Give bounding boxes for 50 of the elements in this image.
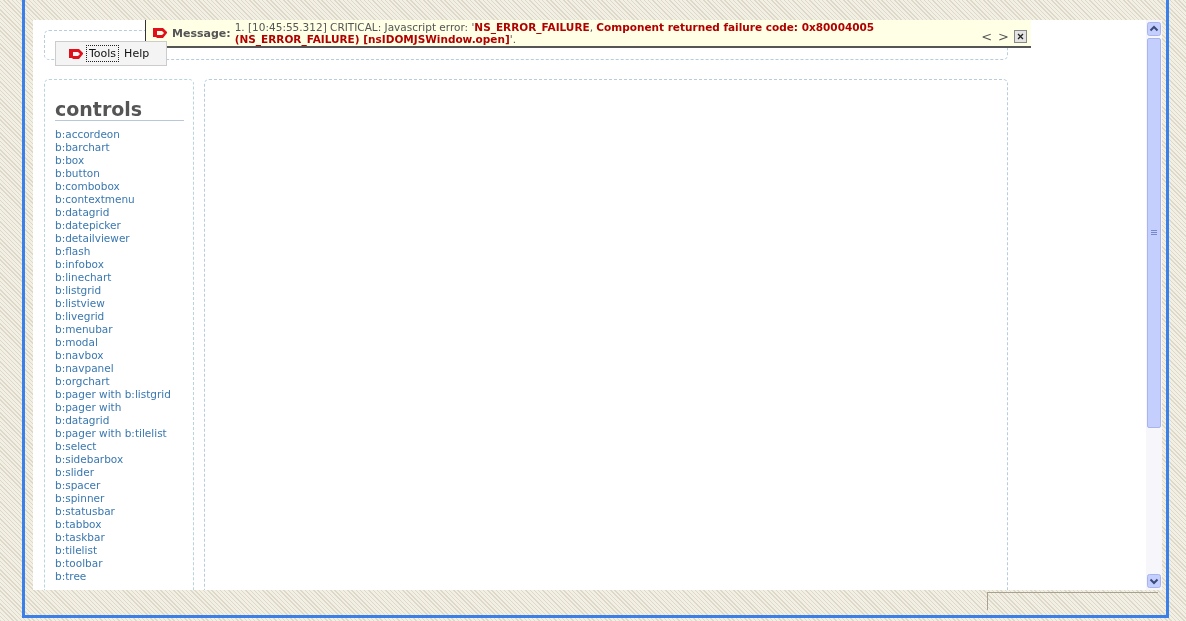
control-link[interactable]: b:flash xyxy=(55,245,91,258)
menu-item[interactable]: Tools xyxy=(86,45,120,62)
control-link[interactable]: b:pager with b:tilelist xyxy=(55,427,167,440)
control-link[interactable]: b:contextmenu xyxy=(55,193,135,206)
control-link[interactable]: b:statusbar xyxy=(55,505,115,518)
control-link[interactable]: b:toolbar xyxy=(55,557,103,570)
scroll-down-icon[interactable] xyxy=(1147,574,1161,588)
scrollbar-thumb[interactable] xyxy=(1147,38,1161,428)
previous-button[interactable]: < xyxy=(980,28,994,44)
control-link[interactable]: b:barchart xyxy=(55,141,110,154)
control-link[interactable]: b:pager with xyxy=(55,401,122,414)
grip-icon xyxy=(1151,230,1157,236)
control-link[interactable]: b:menubar xyxy=(55,323,113,336)
control-link[interactable]: b:pager with b:listgrid xyxy=(55,388,171,401)
next-button[interactable]: > xyxy=(997,28,1010,44)
sidebar-heading: controls xyxy=(55,98,184,121)
vertical-scrollbar[interactable] xyxy=(1146,20,1162,590)
control-link[interactable]: b:livegrid xyxy=(55,310,105,323)
control-link[interactable]: b:box xyxy=(55,154,85,167)
control-link[interactable]: b:combobox xyxy=(55,180,120,193)
menu-item[interactable]: Help xyxy=(121,45,153,62)
control-link[interactable]: b:orgchart xyxy=(55,375,110,388)
control-link[interactable]: b:taskbar xyxy=(55,531,105,544)
control-link[interactable]: b:button xyxy=(55,167,100,180)
control-link[interactable]: b:detailviewer xyxy=(55,232,130,245)
control-link[interactable]: b:tilelist xyxy=(55,544,98,557)
control-link[interactable]: b:tree xyxy=(55,570,87,583)
control-link[interactable]: b:listview xyxy=(55,297,105,310)
control-link[interactable]: b:datagrid xyxy=(55,206,110,219)
control-link[interactable]: b:linechart xyxy=(55,271,112,284)
control-link[interactable]: b:datepicker xyxy=(55,219,121,232)
control-link[interactable]: b:spacer xyxy=(55,479,101,492)
control-link[interactable]: b:datagrid xyxy=(55,414,110,427)
control-link[interactable]: b:tabbox xyxy=(55,518,102,531)
close-icon[interactable] xyxy=(1014,29,1027,43)
control-link[interactable]: b:modal xyxy=(55,336,98,349)
control-link[interactable]: b:listgrid xyxy=(55,284,102,297)
control-link[interactable]: b:spinner xyxy=(55,492,105,505)
control-link[interactable]: b:navpanel xyxy=(55,362,114,375)
control-link[interactable]: b:infobox xyxy=(55,258,104,271)
message-text: 1. [10:45:55.312] CRITICAL: Javascript error: 'NS_ERROR_FAILURE, Component returned failure code: 0x80004005 (NS_ERROR_FAILURE) [nsIDOMJSWindow.open]'. xyxy=(234,21,876,45)
app-logo-icon xyxy=(152,27,168,39)
app-logo-icon xyxy=(68,47,84,60)
control-link[interactable]: b:slider xyxy=(55,466,94,479)
control-link[interactable]: b:accordeon xyxy=(55,128,120,141)
control-link[interactable]: b:select xyxy=(55,440,97,453)
control-link[interactable]: b:sidebarbox xyxy=(55,453,124,466)
message-label: Message: xyxy=(172,26,231,40)
scroll-up-icon[interactable] xyxy=(1147,22,1161,36)
control-link[interactable]: b:navbox xyxy=(55,349,104,362)
